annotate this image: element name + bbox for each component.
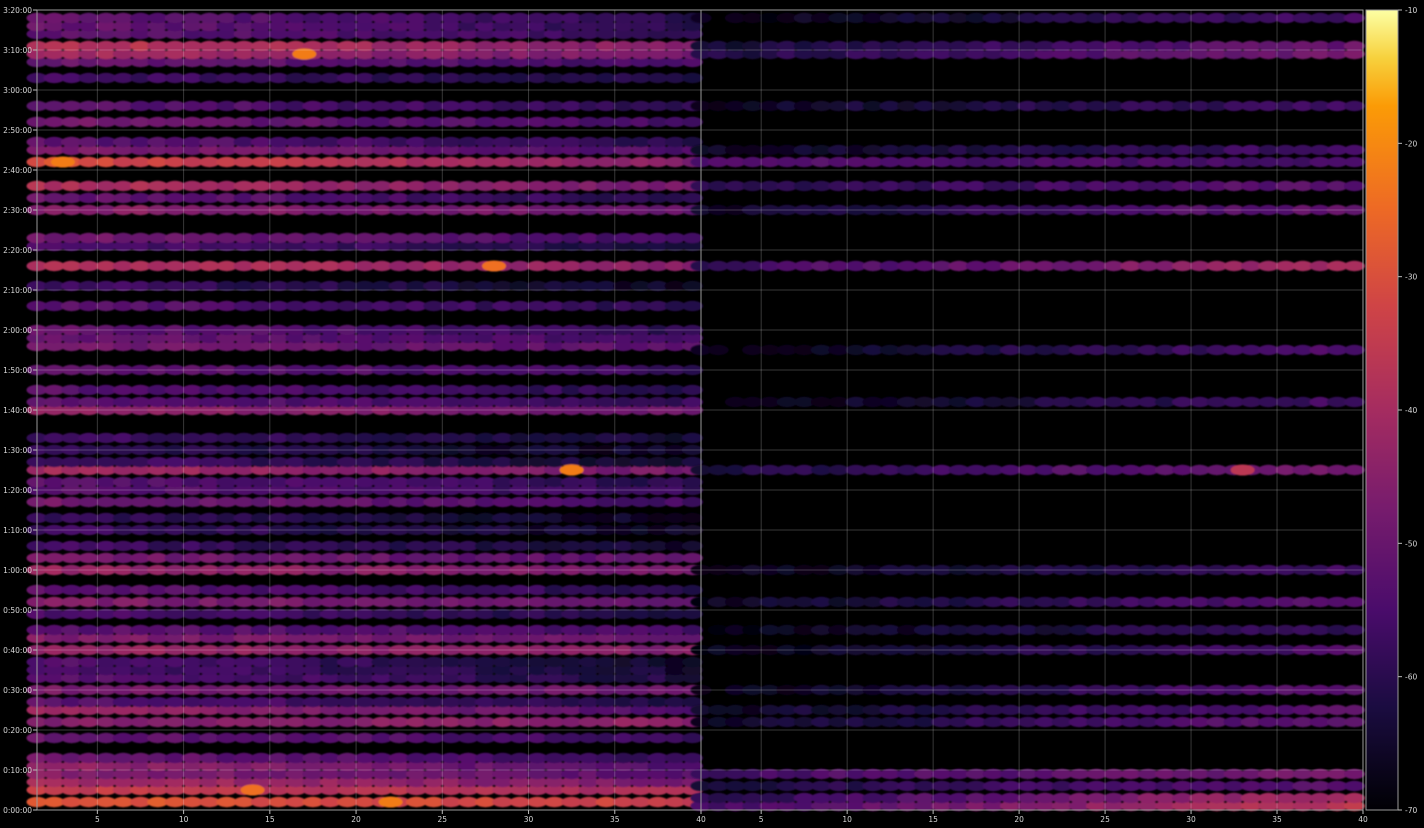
- heat-cell: [681, 232, 703, 244]
- heat-cell: [1343, 180, 1365, 192]
- heat-cell: [1343, 144, 1365, 156]
- y-tick-label: 2:10:00: [3, 286, 32, 295]
- colorbar-tick-label: -50: [1405, 539, 1417, 548]
- heat-cell: [681, 540, 703, 552]
- heat-cell: [1343, 396, 1365, 408]
- heat-cell: [1343, 156, 1365, 168]
- x-tick-label: 35: [610, 815, 620, 824]
- colorbar-tick-label: -60: [1405, 673, 1417, 682]
- heat-cell: [1343, 704, 1365, 716]
- x-tick-label: 5: [95, 815, 100, 824]
- y-tick-label: 1:50:00: [3, 366, 32, 375]
- colorbar-axis: -10 -20 -30 -40 -50 -60 -70: [1398, 6, 1417, 815]
- y-tick-label: 3:00:00: [3, 86, 32, 95]
- heat-cell: [681, 584, 703, 596]
- heat-cell: [1343, 100, 1365, 112]
- x-tick-label: 25: [1100, 815, 1110, 824]
- colorbar-tick-label: -40: [1405, 406, 1417, 415]
- spectrogram-chart: 0:00:00 0:10:00 0:20:00 0:30:00 0:40:00 0:50:…: [3, 6, 1417, 824]
- heat-cell: [681, 624, 703, 636]
- colorbar: [1365, 9, 1399, 811]
- x-tick-label: 25: [438, 815, 448, 824]
- x-tick-label: 15: [265, 815, 275, 824]
- y-tick-label: 0:20:00: [3, 726, 32, 735]
- x-tick-label: 10: [179, 815, 189, 824]
- heat-cell: [1343, 596, 1365, 608]
- x-tick-label: 35: [1272, 815, 1282, 824]
- x-tick-label: 40: [1358, 815, 1368, 824]
- heat-cell: [1343, 716, 1365, 728]
- x-tick-label: 30: [1186, 815, 1196, 824]
- heat-cell: [707, 344, 729, 356]
- heat-cell: [681, 300, 703, 312]
- heat-hotspot: [240, 784, 265, 796]
- heat-cell: [681, 732, 703, 744]
- x-tick-label: 40: [696, 815, 706, 824]
- x-tick-label: 10: [842, 815, 852, 824]
- heat-cell: [1343, 624, 1365, 636]
- y-tick-label: 0:50:00: [3, 606, 32, 615]
- y-tick-label: 3:20:00: [3, 6, 32, 15]
- heat-cell: [1343, 344, 1365, 356]
- heat-cell: [681, 476, 703, 488]
- colorbar-tick-label: -20: [1405, 139, 1417, 148]
- heat-cell: [681, 432, 703, 444]
- heat-cell: [681, 72, 703, 84]
- colorbar-tick-label: -10: [1405, 6, 1417, 15]
- heat-cell: [681, 384, 703, 396]
- y-tick-label: 0:00:00: [3, 806, 32, 815]
- y-tick-label: 0:10:00: [3, 766, 32, 775]
- y-tick-label: 1:30:00: [3, 446, 32, 455]
- y-tick-label: 2:30:00: [3, 206, 32, 215]
- heat-hotspot: [378, 796, 403, 808]
- x-tick-label: 5: [759, 815, 764, 824]
- heat-cell: [681, 396, 703, 408]
- y-tick-label: 3:10:00: [3, 46, 32, 55]
- heat-cell: [1343, 12, 1365, 24]
- heat-hotspot: [482, 260, 506, 272]
- x-axis: 5 10 15 20 25 30 35 40 5 10 15 20 25 30 35 40: [95, 810, 1368, 824]
- x-tick-label: 15: [928, 815, 938, 824]
- heat-cell: [681, 752, 703, 764]
- heat-cell: [681, 552, 703, 564]
- heat-cell: [681, 656, 703, 668]
- y-tick-label: 1:40:00: [3, 406, 32, 415]
- y-tick-label: 0:40:00: [3, 646, 32, 655]
- heat-cell: [681, 116, 703, 128]
- x-tick-label: 20: [1014, 815, 1024, 824]
- heat-hotspot: [1230, 464, 1255, 476]
- heat-cell: [1343, 792, 1365, 804]
- heat-cell: [681, 496, 703, 508]
- grid-lines: [37, 9, 1364, 811]
- heat-cell: [681, 192, 703, 204]
- heat-hotspot: [50, 156, 75, 168]
- y-tick-label: 1:10:00: [3, 526, 32, 535]
- y-tick-label: 2:20:00: [3, 246, 32, 255]
- heat-hotspot: [559, 464, 584, 476]
- heat-cell: [1343, 780, 1365, 792]
- heat-cell: [681, 512, 703, 524]
- y-tick-label: 2:40:00: [3, 166, 32, 175]
- y-tick-label: 2:50:00: [3, 126, 32, 135]
- heat-cell: [1343, 464, 1365, 476]
- x-tick-label: 30: [524, 815, 534, 824]
- y-axis: 0:00:00 0:10:00 0:20:00 0:30:00 0:40:00 0:50:…: [3, 6, 37, 815]
- heat-cell: [1343, 260, 1365, 272]
- colorbar-tick-label: -70: [1405, 806, 1417, 815]
- y-tick-label: 2:00:00: [3, 326, 32, 335]
- x-tick-label: 20: [351, 815, 361, 824]
- y-tick-label: 1:00:00: [3, 566, 32, 575]
- y-tick-label: 1:20:00: [3, 486, 32, 495]
- colorbar-tick-label: -30: [1405, 273, 1417, 282]
- y-tick-label: 0:30:00: [3, 686, 32, 695]
